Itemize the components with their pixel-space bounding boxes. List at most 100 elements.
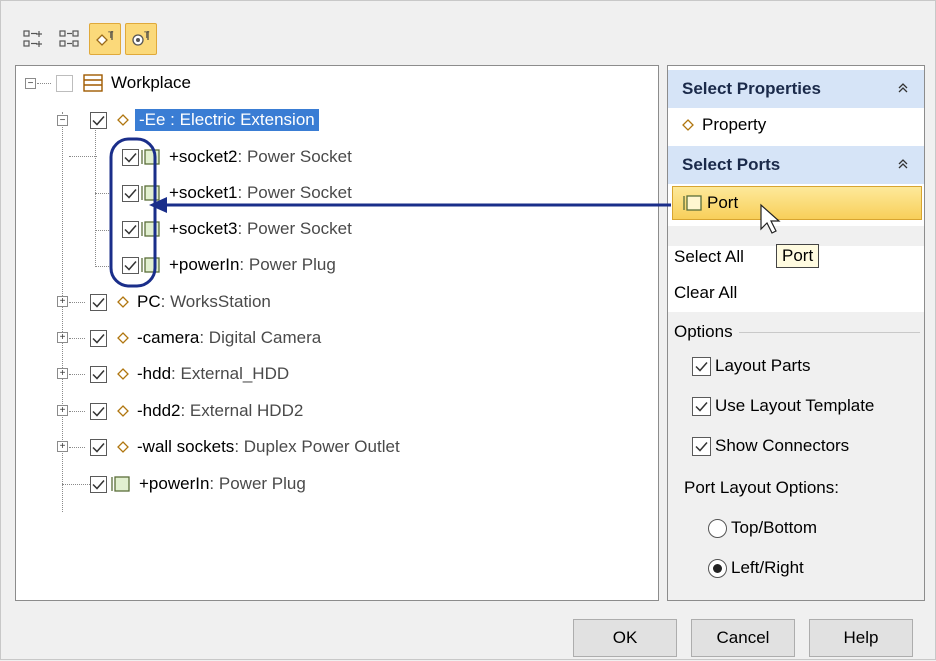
toolbar: T T — [17, 23, 157, 57]
property-icon — [117, 296, 129, 308]
tree-connector — [62, 484, 92, 485]
left-right-radio[interactable] — [708, 558, 727, 578]
expand-toggle[interactable]: + — [57, 405, 68, 416]
help-button[interactable]: Help — [809, 619, 913, 657]
use-layout-template-option[interactable]: Use Layout Template — [692, 396, 874, 416]
show-properties-button[interactable]: T — [89, 23, 121, 55]
tree-row-hdd2[interactable]: -hdd2 : External HDD2 — [90, 398, 303, 424]
tree-item-name: +socket2 — [169, 147, 238, 166]
option-label: Left/Right — [731, 558, 804, 577]
show-connectors-checkbox[interactable] — [692, 436, 711, 456]
property-filter-item[interactable]: Property — [668, 108, 924, 142]
show-ports-button[interactable]: T — [125, 23, 157, 55]
show-ports-icon: T — [132, 30, 150, 46]
tree-connector — [95, 193, 111, 194]
tree-connector — [95, 266, 111, 267]
tree-item-name: PC — [137, 292, 161, 311]
cancel-button[interactable]: Cancel — [691, 619, 795, 657]
port-filter-item[interactable]: Port — [672, 186, 922, 220]
side-item-label: Property — [702, 115, 767, 134]
select-properties-header[interactable]: Select Properties — [668, 70, 924, 108]
tree-item-type: : External HDD2 — [180, 401, 304, 420]
tree-row-powerin-ee[interactable]: +powerIn : Power Plug — [122, 252, 336, 278]
expand-toggle[interactable]: + — [57, 368, 68, 379]
tree-checkbox[interactable] — [90, 402, 107, 420]
tree-item-type: : Power Plug — [209, 474, 306, 493]
port-icon — [683, 194, 703, 212]
expand-toggle[interactable]: + — [57, 296, 68, 307]
svg-text:T: T — [144, 30, 150, 40]
tree-item-name: -camera — [137, 328, 200, 347]
property-icon — [682, 119, 694, 131]
dialog-window: T T − Workplace − -Ee: Electric Extensi… — [0, 0, 936, 660]
tree-checkbox[interactable] — [90, 475, 107, 493]
port-layout-options-label: Port Layout Options: — [684, 478, 839, 498]
tree-connector — [69, 447, 85, 448]
tree-item-type: : Digital Camera — [199, 328, 322, 347]
radio-dot — [713, 563, 722, 573]
top-bottom-radio[interactable] — [708, 518, 727, 538]
tree-item-label-selected: -Ee : Electric Extension — [135, 109, 319, 131]
tree-row-hdd[interactable]: -hdd : External_HDD — [90, 361, 289, 387]
option-label: Layout Parts — [715, 356, 811, 375]
tree-row-socket2[interactable]: +socket2 : Power Socket — [122, 144, 352, 170]
layout-parts-checkbox[interactable] — [692, 356, 711, 376]
tree-item-name: -hdd2 — [137, 401, 181, 420]
port-icon — [141, 220, 161, 238]
top-bottom-option[interactable]: Top/Bottom — [708, 518, 817, 538]
port-icon — [141, 256, 161, 274]
clear-all-link[interactable]: Clear All — [668, 276, 924, 310]
tree-row-powerin[interactable]: +powerIn : Power Plug — [90, 471, 306, 497]
tree-checkbox[interactable] — [90, 365, 107, 383]
select-ports-header[interactable]: Select Ports — [668, 146, 924, 184]
selection-panel: Select Properties Property Select Ports … — [667, 65, 925, 601]
tree-connector — [69, 411, 85, 412]
tree-item-name: -wall sockets — [137, 437, 235, 456]
expand-toggle[interactable]: + — [57, 332, 68, 343]
ok-button[interactable]: OK — [573, 619, 677, 657]
tree-connector — [69, 338, 85, 339]
tree-checkbox[interactable] — [56, 74, 73, 92]
tree-checkbox[interactable] — [90, 438, 107, 456]
tree-row-ee[interactable]: -Ee : Electric Extension — [90, 107, 319, 133]
options-group: Options — [674, 322, 920, 342]
chevron-up-double-icon[interactable] — [896, 81, 910, 95]
tree-row-wall-sockets[interactable]: -wall sockets : Duplex Power Outlet — [90, 434, 400, 460]
collapse-toggle[interactable]: − — [25, 78, 36, 89]
side-item-label: Port — [707, 193, 739, 212]
expand-all-button[interactable] — [17, 23, 49, 55]
tree-item-type: : Power Plug — [239, 255, 336, 274]
collapse-toggle[interactable]: − — [57, 115, 68, 126]
tree-item-name: +powerIn — [139, 474, 210, 493]
collapse-all-button[interactable] — [53, 23, 85, 55]
tree-row-socket3[interactable]: +socket3 : Power Socket — [122, 216, 352, 242]
left-right-option[interactable]: Left/Right — [708, 558, 804, 578]
tree-row-socket1[interactable]: +socket1 : Power Socket — [122, 180, 352, 206]
section-title: Select Ports — [682, 155, 781, 174]
port-icon — [141, 148, 161, 166]
show-connectors-option[interactable]: Show Connectors — [692, 436, 849, 456]
tree-checkbox[interactable] — [122, 184, 139, 202]
tree-connector — [37, 83, 51, 84]
tree-checkbox[interactable] — [90, 111, 107, 129]
port-tooltip: Port — [776, 244, 820, 268]
option-label: Top/Bottom — [731, 518, 817, 537]
layout-parts-option[interactable]: Layout Parts — [692, 356, 810, 376]
tree-connector — [69, 156, 97, 157]
use-layout-template-checkbox[interactable] — [692, 396, 711, 416]
property-icon — [117, 441, 129, 453]
option-group-label: Port Layout Options: — [684, 478, 839, 497]
tree-checkbox[interactable] — [122, 220, 139, 238]
element-tree: − Workplace − -Ee : Electric Extension +… — [15, 65, 659, 601]
tree-row-root[interactable]: Workplace — [56, 70, 191, 96]
tree-checkbox[interactable] — [122, 148, 139, 166]
chevron-up-double-icon[interactable] — [896, 157, 910, 171]
tree-connector — [69, 302, 85, 303]
tree-row-pc[interactable]: PC : WorksStation — [90, 289, 271, 315]
tree-row-camera[interactable]: -camera : Digital Camera — [90, 325, 321, 351]
expand-toggle[interactable]: + — [57, 441, 68, 452]
tree-checkbox[interactable] — [122, 256, 139, 274]
tree-item-type: : Power Socket — [237, 147, 352, 166]
tree-checkbox[interactable] — [90, 293, 107, 311]
tree-checkbox[interactable] — [90, 329, 107, 347]
